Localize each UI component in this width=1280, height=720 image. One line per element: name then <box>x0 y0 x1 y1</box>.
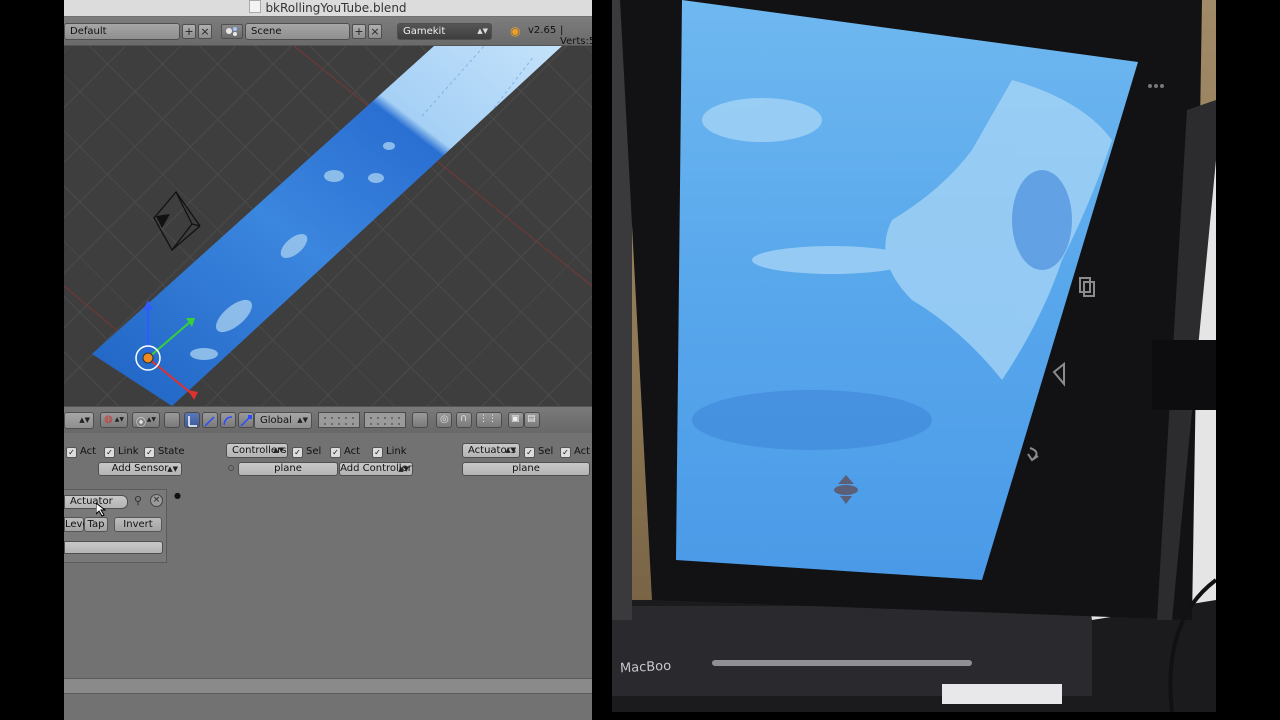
plus-icon: + <box>354 25 364 38</box>
remove-actuator-icon[interactable]: × <box>150 494 163 507</box>
add-sensor-select[interactable]: Add Sensor ▲▼ <box>98 462 182 476</box>
pin-icon[interactable]: ⚲ <box>134 494 142 507</box>
snap-toggle-button[interactable]: ∩ <box>456 412 472 428</box>
check-icon: ✓ <box>372 447 383 458</box>
controllers-sel-checkbox[interactable]: ✓ Sel <box>292 446 321 458</box>
mouse-cursor-icon <box>96 503 106 517</box>
actuators-object-field[interactable]: plane <box>462 462 590 476</box>
tap-toggle-button[interactable]: Tap <box>84 517 108 532</box>
controllers-object-field[interactable]: plane <box>238 462 338 476</box>
link-dot-icon: ● <box>174 491 181 500</box>
window-titlebar: bkRollingYouTube.blend <box>64 0 592 16</box>
version-text: v2.65 <box>528 25 557 36</box>
blender-logo-icon: ◉ <box>510 24 521 38</box>
level-toggle-button[interactable]: Level <box>64 517 91 532</box>
scale-manipulator-button[interactable] <box>238 412 254 428</box>
collapse-dot-icon: ○ <box>228 464 235 472</box>
pivot-icon: ⦿ <box>136 418 146 429</box>
check-icon: ✓ <box>330 447 341 458</box>
scene-layers-row-1[interactable] <box>318 412 360 428</box>
scale-icon <box>240 415 252 427</box>
controllers-link-checkbox[interactable]: ✓ Link <box>372 446 406 458</box>
check-icon: ✓ <box>292 447 303 458</box>
manipulator-toggle-button[interactable] <box>184 412 200 428</box>
lock-layers-button[interactable] <box>412 412 428 428</box>
proportional-icon: ◎ <box>440 414 449 425</box>
snap-element-select[interactable]: ⋮⋮ <box>476 412 502 428</box>
rotate-manipulator-button[interactable] <box>220 412 236 428</box>
sensors-link-checkbox[interactable]: ✓ Link <box>104 446 138 458</box>
scene-layers-row-2[interactable] <box>364 412 406 428</box>
clapper-icon: ▤ <box>527 414 536 424</box>
render-engine-select[interactable]: Gamekit ▲▼ <box>397 23 492 40</box>
add-screen-button[interactable]: + <box>182 24 196 39</box>
x-icon: × <box>200 25 210 38</box>
actuators-sel-checkbox[interactable]: ✓ Sel <box>524 446 553 458</box>
screen-layout-field[interactable]: Default <box>64 23 180 40</box>
proportional-edit-button[interactable]: ◎ <box>436 412 452 428</box>
actuators-select[interactable]: Actuators ▲▼ <box>462 443 520 458</box>
snap-icon: ⋮⋮ <box>479 414 497 424</box>
viewport-header: ▲▼ ◍ ▲▼ ⦿ ▲▼ Global ▲▼ ◎ ∩ ⋮⋮ ▣ ▤ <box>64 406 592 434</box>
scene-type-icon[interactable] <box>221 24 243 39</box>
remove-screen-button[interactable]: × <box>198 24 212 39</box>
magnet-icon: ∩ <box>460 413 468 424</box>
check-icon: ✓ <box>66 447 77 458</box>
sensors-act-checkbox[interactable]: ✓ Act <box>66 446 96 458</box>
blend-file-icon <box>249 0 262 13</box>
invert-toggle-button[interactable]: Invert <box>114 517 162 532</box>
pivot-point-select[interactable]: ⦿ ▲▼ <box>132 412 160 429</box>
stats-text: | Verts:5 <box>560 25 592 47</box>
add-scene-button[interactable]: + <box>352 24 366 39</box>
transform-orientation-select[interactable]: Global ▲▼ <box>254 412 312 429</box>
info-header: Default + × Scene + × Gamekit ▲▼ ◉ v2.65 … <box>64 17 592 47</box>
actuator-block: Actuator ⚲ × Level Tap Invert <box>64 489 167 563</box>
blender-window: bkRollingYouTube.blend Default + × Scene… <box>64 0 592 720</box>
arrow-icon <box>204 416 215 427</box>
window-title: bkRollingYouTube.blend <box>265 1 407 15</box>
pivot-center-toggle[interactable] <box>164 412 180 428</box>
manipulator-icon <box>188 416 197 427</box>
check-icon: ✓ <box>524 447 535 458</box>
actuators-act-checkbox[interactable]: ✓ Act <box>560 446 590 458</box>
interaction-mode-select[interactable]: ▲▼ <box>64 412 94 429</box>
x-icon: × <box>370 25 380 38</box>
add-controller-select[interactable]: Add Controller ▲▼ <box>339 462 413 476</box>
tablet-photo: MacBoo <box>612 0 1216 712</box>
controllers-select[interactable]: Controllers ▲▼ <box>226 443 288 458</box>
camera-icon: ▣ <box>511 414 520 424</box>
rotate-icon <box>223 416 233 426</box>
viewport-shading-select[interactable]: ◍ ▲▼ <box>100 412 128 428</box>
translate-manipulator-button[interactable] <box>202 412 218 428</box>
render-animation-button[interactable]: ▤ <box>524 412 540 428</box>
controllers-act-checkbox[interactable]: ✓ Act <box>330 446 360 458</box>
horizontal-scrollbar[interactable] <box>64 678 592 694</box>
check-icon: ✓ <box>104 447 115 458</box>
plus-icon: + <box>184 25 194 38</box>
check-icon: ✓ <box>560 447 571 458</box>
check-icon: ✓ <box>144 447 155 458</box>
laptop-brand-text: MacBoo <box>619 658 672 677</box>
shading-icon: ◍ <box>104 414 113 425</box>
camera-object[interactable] <box>153 190 201 252</box>
scene-field[interactable]: Scene <box>245 23 350 40</box>
sensors-state-checkbox[interactable]: ✓ State <box>144 446 184 458</box>
3d-viewport[interactable] <box>64 46 592 406</box>
logic-editor: ✓ Act ✓ Link ✓ State Add Sensor ▲▼ Controlle… <box>64 433 592 720</box>
actuator-value-field[interactable] <box>64 541 163 554</box>
remove-scene-button[interactable]: × <box>368 24 382 39</box>
render-still-button[interactable]: ▣ <box>508 412 524 428</box>
